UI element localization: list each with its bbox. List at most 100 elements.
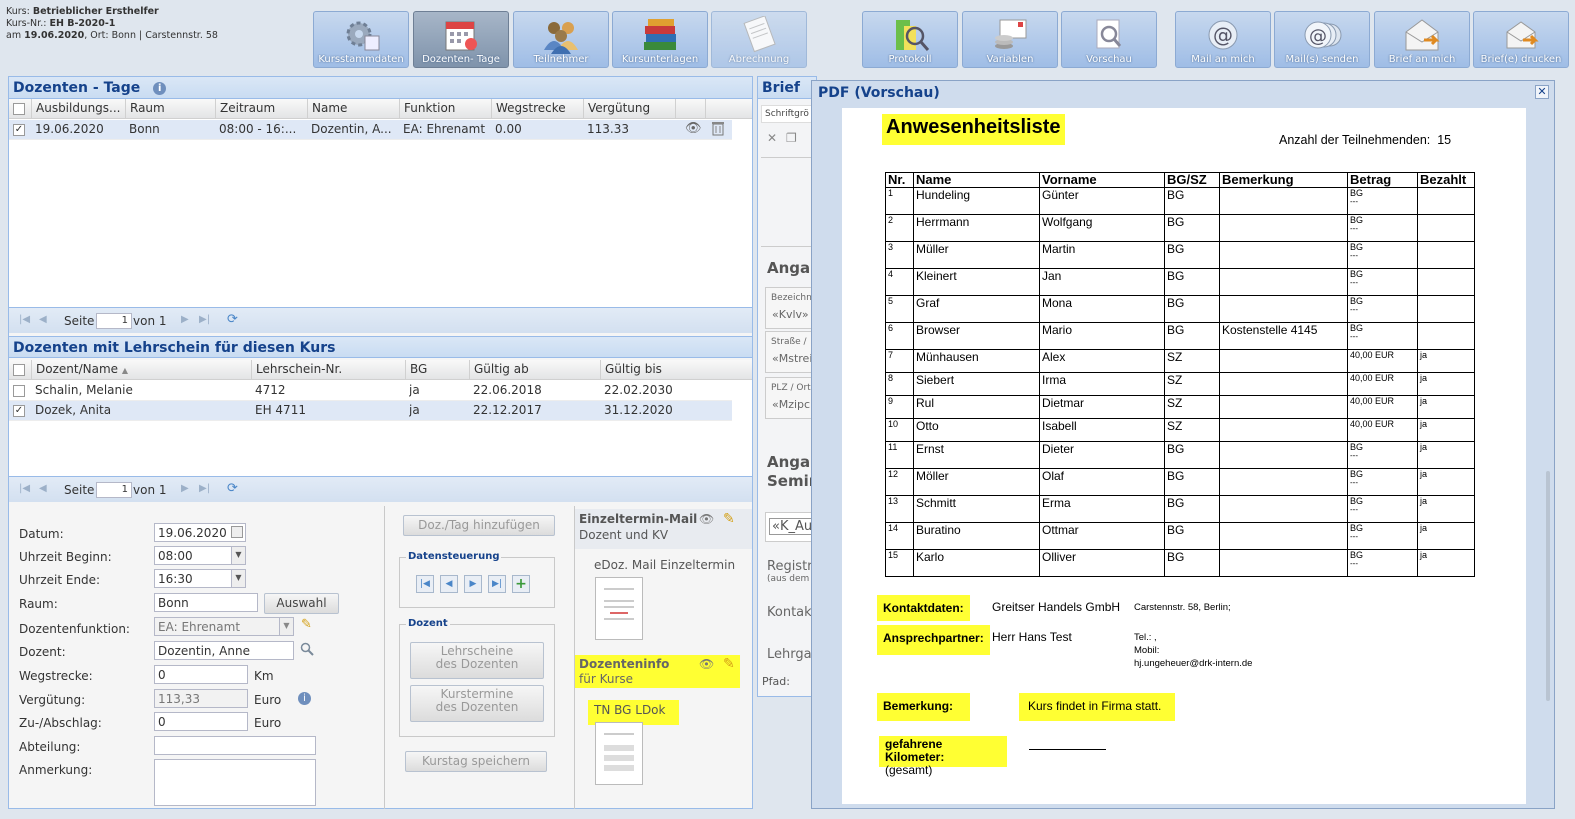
- kurstermine-button[interactable]: Kurstermine des Dozenten: [410, 685, 544, 722]
- table-row[interactable]: Schalin, Melanie 4712 ja 22.06.2018 22.0…: [9, 381, 732, 401]
- dozenteninfo-header: Dozenteninfo für Kurse 👁 ✎: [575, 655, 740, 688]
- column-name[interactable]: Name: [307, 99, 399, 119]
- table-row[interactable]: ✓ 19.06.2020 Bonn 08:00 - 16:... Dozenti…: [9, 120, 732, 140]
- column-gueltig-ab[interactable]: Gültig ab: [469, 360, 600, 380]
- letter-print-icon: [1501, 16, 1541, 54]
- uhrzeit-ende-field[interactable]: 16:30 ▼: [154, 569, 246, 588]
- column-raum[interactable]: Raum: [125, 99, 215, 119]
- auswahl-button[interactable]: Auswahl: [264, 593, 339, 614]
- eye-icon[interactable]: 👁: [699, 657, 714, 671]
- column-funktion[interactable]: Funktion: [399, 99, 491, 119]
- info-icon[interactable]: i: [298, 692, 311, 705]
- cut-icon[interactable]: ✕: [767, 131, 777, 145]
- first-record-button[interactable]: |◀: [416, 575, 434, 593]
- kontakt-firma: Greitser Handels GmbH: [992, 600, 1121, 614]
- next-page-icon[interactable]: ▶: [181, 483, 189, 494]
- first-page-icon[interactable]: |◀: [19, 314, 30, 325]
- anmerkung-field[interactable]: [154, 759, 316, 806]
- toolbar-button-users[interactable]: Teilnehmer: [513, 11, 609, 68]
- toolbar-button-preview[interactable]: Vorschau: [1061, 11, 1157, 68]
- prev-page-icon[interactable]: ◀: [39, 483, 47, 494]
- verguetung-field[interactable]: 113,33: [154, 689, 248, 708]
- attendance-row: 4 Kleinert Jan BG BG ---: [885, 268, 1475, 296]
- datum-field[interactable]: 19.06.2020: [154, 523, 246, 542]
- next-record-button[interactable]: ▶: [464, 575, 482, 593]
- toolbar-button-settings[interactable]: Kursstammdaten: [313, 11, 409, 68]
- column-bg[interactable]: BG: [405, 360, 469, 380]
- document-thumbnail[interactable]: [595, 577, 643, 640]
- pdf-heading: Anwesenheitsliste: [882, 114, 1065, 145]
- select-all-checkbox[interactable]: [13, 364, 25, 376]
- eye-icon[interactable]: 👁: [685, 121, 702, 136]
- font-size-select[interactable]: Schriftgrö: [761, 105, 818, 123]
- row-checkbox[interactable]: [13, 385, 25, 397]
- zuabschlag-field[interactable]: 0: [154, 712, 248, 731]
- next-page-icon[interactable]: ▶: [181, 314, 189, 325]
- brief-panel: Brief Schriftgrö ✕ ❐ Angal Bezeichn «Kvl…: [757, 76, 820, 697]
- dozentenfunktion-field[interactable]: EA: Ehrenamt ▼: [154, 617, 294, 636]
- toolbar-button-at[interactable]: @ Mail an mich: [1175, 11, 1271, 68]
- close-icon[interactable]: ✕: [1535, 85, 1549, 99]
- column-dozent-name[interactable]: Dozent/Name ▲: [31, 360, 251, 380]
- pdf-scrollbar[interactable]: [1546, 471, 1550, 701]
- attendance-table: Nr. Name Vorname BG/SZ Bemerkung Betrag …: [885, 172, 1475, 577]
- last-page-icon[interactable]: ▶|: [199, 483, 210, 494]
- add-record-button[interactable]: +: [512, 575, 530, 593]
- refresh-icon[interactable]: ⟳: [227, 481, 238, 496]
- edit-pencil-icon[interactable]: ✎: [301, 617, 312, 632]
- trash-icon[interactable]: [712, 121, 724, 136]
- calendar-icon[interactable]: [231, 526, 243, 538]
- chevron-down-icon[interactable]: ▼: [231, 570, 245, 587]
- select-all-checkbox[interactable]: [13, 103, 25, 115]
- kurstag-speichern-button[interactable]: Kurstag speichern: [405, 751, 547, 772]
- row-checkbox[interactable]: ✓: [13, 405, 25, 417]
- uhrzeit-beginn-field[interactable]: 08:00 ▼: [154, 546, 246, 565]
- raum-field[interactable]: Bonn: [154, 593, 258, 612]
- toolbar-button-at-multi[interactable]: @ Mail(s) senden: [1274, 11, 1370, 68]
- toolbar-button-label: Kursunterlagen: [621, 54, 699, 65]
- page-input[interactable]: 1: [96, 313, 132, 329]
- attendance-row: 6 Browser Mario BG Kostenstelle 4145 BG ---: [885, 322, 1475, 350]
- datensteuerung-group: Datensteuerung |◀ ◀ ▶ ▶| +: [399, 551, 555, 608]
- abteilung-field[interactable]: [154, 736, 316, 755]
- toolbar-button-variables[interactable]: Variablen: [962, 11, 1058, 68]
- calendar-icon: [441, 16, 481, 54]
- prev-record-button[interactable]: ◀: [440, 575, 458, 593]
- column-gueltig-bis[interactable]: Gültig bis: [600, 360, 732, 380]
- toolbar-button-calendar[interactable]: Dozenten- Tage: [413, 11, 509, 68]
- edit-pencil-icon[interactable]: ✎: [723, 511, 735, 527]
- toolbar-button-letter-print[interactable]: Brief(e) drucken: [1473, 11, 1569, 68]
- row-checkbox[interactable]: ✓: [13, 124, 25, 136]
- last-page-icon[interactable]: ▶|: [199, 314, 210, 325]
- toolbar-button-letter[interactable]: Brief an mich: [1374, 11, 1470, 68]
- dozent-field[interactable]: Dozentin, Anne: [154, 641, 294, 660]
- table-row[interactable]: ✓ Dozek, Anita EH 4711 ja 22.12.2017 31.…: [9, 401, 732, 421]
- column-zeitraum[interactable]: Zeitraum: [215, 99, 307, 119]
- column-verguetung[interactable]: Vergütung: [583, 99, 675, 119]
- refresh-icon[interactable]: ⟳: [227, 312, 238, 327]
- column-lehrschein-nr[interactable]: Lehrschein-Nr.: [251, 360, 405, 380]
- toolbar-button-invoice[interactable]: Abrechnung: [711, 11, 807, 68]
- lehrscheine-button[interactable]: Lehrscheine des Dozenten: [410, 642, 544, 679]
- lehrschein-header: Dozent/Name ▲ Lehrschein-Nr. BG Gültig a…: [9, 360, 752, 380]
- search-icon[interactable]: [300, 642, 314, 656]
- toolbar-button-label: Vorschau: [1086, 54, 1132, 65]
- chevron-down-icon[interactable]: ▼: [279, 618, 293, 635]
- prev-page-icon[interactable]: ◀: [39, 314, 47, 325]
- chevron-down-icon[interactable]: ▼: [231, 547, 245, 564]
- wegstrecke-field[interactable]: 0: [154, 665, 248, 684]
- first-page-icon[interactable]: |◀: [19, 483, 30, 494]
- info-icon[interactable]: i: [153, 82, 167, 95]
- toolbar-button-books[interactable]: Kursunterlagen: [612, 11, 708, 68]
- course-number-line: Kurs-Nr.: EH B-2020-1: [6, 18, 116, 29]
- document-thumbnail[interactable]: [595, 722, 643, 785]
- eye-icon[interactable]: 👁: [699, 512, 714, 526]
- add-dozent-tag-button[interactable]: Doz./Tag hinzufügen: [403, 515, 555, 536]
- k-au-field[interactable]: «K_Au: [769, 518, 816, 535]
- toolbar-button-report[interactable]: Protokoll: [862, 11, 958, 68]
- last-record-button[interactable]: ▶|: [488, 575, 506, 593]
- copy-icon[interactable]: ❐: [786, 131, 797, 145]
- edit-pencil-icon[interactable]: ✎: [723, 656, 735, 672]
- column-wegstrecke[interactable]: Wegstrecke: [491, 99, 583, 119]
- page-input[interactable]: 1: [96, 482, 132, 498]
